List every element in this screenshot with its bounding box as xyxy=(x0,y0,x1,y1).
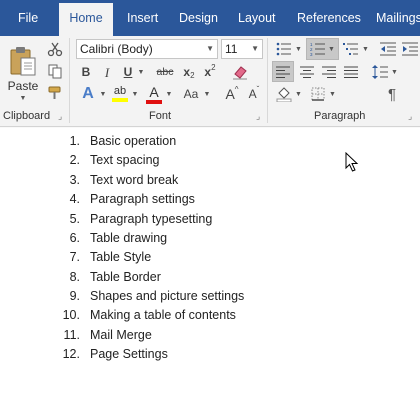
bullets-options-button[interactable]: ▼ xyxy=(294,40,303,58)
shading-button[interactable] xyxy=(274,84,294,104)
copy-icon xyxy=(48,64,62,79)
chevron-down-icon: ▼ xyxy=(328,45,335,53)
shrink-font-button[interactable]: Aˇ xyxy=(244,84,264,104)
paste-button[interactable]: Paste ▼ xyxy=(4,40,42,106)
tab-file[interactable]: File xyxy=(18,0,38,36)
font-color-bar xyxy=(146,99,162,104)
text-effects-button[interactable]: A xyxy=(78,84,98,104)
align-right-button[interactable] xyxy=(318,61,340,82)
multilevel-options-button[interactable]: ▼ xyxy=(361,40,370,58)
numbering-button[interactable]: 1 2 3 ▼ xyxy=(306,38,339,60)
paint-bucket-icon xyxy=(276,87,292,102)
chevron-down-icon: ▼ xyxy=(99,90,107,98)
tab-mailings[interactable]: Mailings xyxy=(376,0,420,36)
multilevel-list-button[interactable] xyxy=(341,39,361,59)
underline-button[interactable]: U xyxy=(120,63,136,81)
cut-button[interactable] xyxy=(45,39,65,59)
increase-indent-button[interactable] xyxy=(400,39,420,59)
increase-indent-icon xyxy=(402,42,418,56)
shading-options-button[interactable]: ▼ xyxy=(294,85,303,103)
align-center-icon xyxy=(300,66,314,78)
clipboard-launcher-icon[interactable]: ⌟ xyxy=(58,111,62,121)
chevron-down-icon: ▼ xyxy=(295,90,302,98)
bullet-list-icon xyxy=(276,42,291,56)
font-family-select[interactable]: Calibri (Body) ▼ xyxy=(76,39,218,59)
font-color-button[interactable]: A xyxy=(144,83,164,105)
tab-design[interactable]: Design xyxy=(179,0,218,36)
paste-label: Paste xyxy=(7,78,39,93)
paste-icon xyxy=(10,46,36,75)
justify-button[interactable] xyxy=(340,61,362,82)
text-effects-options-button[interactable]: ▼ xyxy=(98,84,108,104)
tab-home[interactable]: Home xyxy=(59,3,113,36)
paragraph-group-label: Paragraph xyxy=(314,110,366,122)
borders-icon xyxy=(311,87,325,101)
multilevel-list-icon xyxy=(343,43,358,55)
borders-options-button[interactable]: ▼ xyxy=(328,85,337,103)
underline-options-button[interactable]: ▼ xyxy=(136,63,146,81)
bold-button[interactable]: B xyxy=(78,63,94,81)
chevron-down-icon: ▼ xyxy=(251,44,259,53)
line-spacing-icon xyxy=(372,64,388,79)
chevron-down-icon: ▼ xyxy=(295,45,302,53)
bullets-button[interactable] xyxy=(274,39,294,59)
scissors-icon xyxy=(47,42,63,57)
clipboard-group-label: Clipboard xyxy=(3,110,51,122)
chevron-down-icon: ▼ xyxy=(203,90,211,98)
align-right-icon xyxy=(322,66,336,78)
line-spacing-options-button[interactable]: ▼ xyxy=(390,63,399,81)
change-case-button[interactable]: Aa xyxy=(180,84,202,104)
decrease-indent-button[interactable] xyxy=(378,39,398,59)
clear-formatting-button[interactable] xyxy=(230,62,250,82)
chevron-down-icon: ▼ xyxy=(137,68,145,76)
format-painter-icon xyxy=(48,86,61,99)
group-divider xyxy=(69,38,70,123)
subscript-button[interactable]: x2 xyxy=(180,63,198,81)
strikethrough-button[interactable]: abc xyxy=(154,63,176,81)
chevron-down-icon: ▼ xyxy=(131,90,139,98)
change-case-options-button[interactable]: ▼ xyxy=(202,84,212,104)
chevron-down-icon: ▼ xyxy=(165,90,173,98)
numbered-list-icon: 1 2 3 xyxy=(310,42,326,56)
ribbon-tab-bar: File Home Insert Design Layout Reference… xyxy=(0,0,420,36)
paragraph-launcher-icon[interactable]: ⌟ xyxy=(408,111,412,121)
highlight-color-bar xyxy=(112,98,128,102)
ribbon-home: Paste ▼ Clipboard ⌟ Calibri (Body) ▼ 11 … xyxy=(0,36,420,127)
tab-insert[interactable]: Insert xyxy=(127,0,158,36)
copy-button[interactable] xyxy=(45,61,65,81)
chevron-down-icon: ▼ xyxy=(329,90,336,98)
svg-text:3: 3 xyxy=(310,52,313,56)
chevron-down-icon: ▼ xyxy=(19,94,27,102)
line-spacing-button[interactable] xyxy=(370,61,390,82)
mouse-pointer-icon xyxy=(345,152,359,172)
align-left-button[interactable] xyxy=(272,61,294,82)
align-center-button[interactable] xyxy=(296,61,318,82)
font-launcher-icon[interactable]: ⌟ xyxy=(256,111,260,121)
tab-references[interactable]: References xyxy=(297,0,361,36)
format-painter-button[interactable] xyxy=(45,83,65,103)
borders-button[interactable] xyxy=(308,84,328,104)
align-left-icon xyxy=(276,66,290,78)
font-group-label: Font xyxy=(149,110,172,122)
grow-font-button[interactable]: A ^ xyxy=(222,84,242,104)
highlight-button[interactable]: ab xyxy=(110,83,130,105)
chevron-down-icon: ▼ xyxy=(391,68,398,76)
decrease-indent-icon xyxy=(380,42,396,56)
show-hide-marks-button[interactable]: ¶ xyxy=(383,84,401,104)
superscript-button[interactable]: x2 xyxy=(201,63,219,81)
chevron-down-icon: ▼ xyxy=(362,45,369,53)
highlight-options-button[interactable]: ▼ xyxy=(130,84,140,104)
font-size-select[interactable]: 11 ▼ xyxy=(221,39,263,59)
tab-layout[interactable]: Layout xyxy=(238,0,276,36)
chevron-down-icon: ▼ xyxy=(206,44,214,53)
italic-button[interactable]: I xyxy=(99,63,115,81)
font-color-options-button[interactable]: ▼ xyxy=(164,84,174,104)
justify-icon xyxy=(344,66,358,78)
eraser-icon xyxy=(233,66,247,80)
group-divider xyxy=(267,38,268,123)
